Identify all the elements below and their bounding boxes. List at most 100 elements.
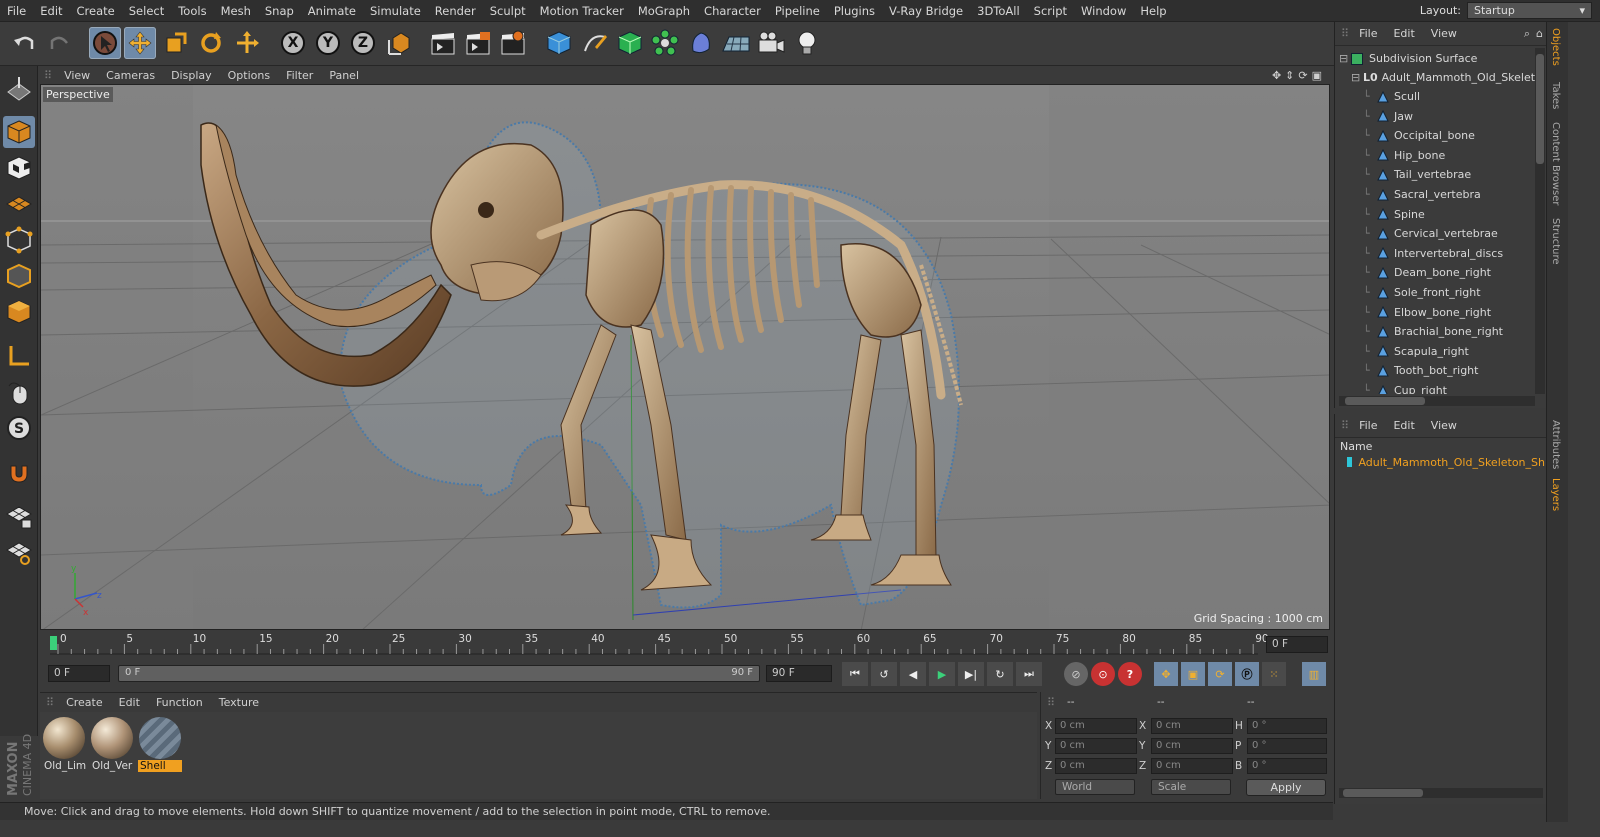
material-menu-texture[interactable]: Texture bbox=[211, 696, 267, 709]
objects-menu-view[interactable]: View bbox=[1423, 27, 1465, 40]
dolly-view-icon[interactable]: ⇕ bbox=[1285, 69, 1294, 82]
tree-item-bone[interactable]: └ Cup_right bbox=[1363, 381, 1535, 394]
objects-menu-file[interactable]: File bbox=[1351, 27, 1385, 40]
record-icon[interactable]: ⊙ bbox=[1091, 662, 1115, 686]
pan-view-icon[interactable]: ✥ bbox=[1272, 69, 1281, 82]
tree-item-bone[interactable]: └ Deam_bone_right bbox=[1363, 263, 1535, 282]
menu-mograph[interactable]: MoGraph bbox=[631, 4, 697, 18]
position-z-field[interactable]: 0 cm bbox=[1055, 758, 1137, 774]
texture-mode-button[interactable] bbox=[3, 152, 35, 184]
menu-character[interactable]: Character bbox=[697, 4, 768, 18]
live-selection-button[interactable] bbox=[89, 27, 121, 59]
tab-layers[interactable]: Layers bbox=[1550, 478, 1561, 511]
tree-item-bone[interactable]: └ Tooth_bot_right bbox=[1363, 361, 1535, 380]
rotation-h-field[interactable]: 0 ° bbox=[1247, 718, 1327, 734]
start-frame-field[interactable]: 0 F bbox=[48, 665, 110, 682]
render-settings-button[interactable] bbox=[497, 27, 529, 59]
tree-item-bone[interactable]: └ Tail_vertebrae bbox=[1363, 165, 1535, 184]
x-axis-lock-button[interactable]: X bbox=[277, 27, 309, 59]
workplane-button[interactable] bbox=[3, 72, 35, 104]
render-view-button[interactable] bbox=[427, 27, 459, 59]
objects-vertical-scrollbar[interactable] bbox=[1535, 48, 1545, 394]
layers-menu-file[interactable]: File bbox=[1351, 419, 1385, 432]
add-light-button[interactable] bbox=[791, 27, 823, 59]
tree-item-bone[interactable]: └ Sacral_vertebra bbox=[1363, 185, 1535, 204]
menu-edit[interactable]: Edit bbox=[33, 4, 69, 18]
scrollbar-thumb[interactable] bbox=[1345, 397, 1425, 405]
redo-button[interactable] bbox=[44, 27, 76, 59]
coordinate-system-button[interactable] bbox=[384, 27, 416, 59]
polygons-mode-button[interactable] bbox=[3, 296, 35, 328]
menu-sculpt[interactable]: Sculpt bbox=[483, 4, 533, 18]
viewport-menu-cameras[interactable]: Cameras bbox=[98, 69, 163, 82]
tree-item-bone[interactable]: └ Spine bbox=[1363, 205, 1535, 224]
add-camera-button[interactable] bbox=[755, 27, 787, 59]
play-icon[interactable]: ▶ bbox=[929, 662, 955, 686]
material-menu-function[interactable]: Function bbox=[148, 696, 211, 709]
key-rotation-icon[interactable]: ⟳ bbox=[1208, 662, 1232, 686]
material-swatch[interactable]: Shell bbox=[138, 716, 182, 772]
coordinate-mode-dropdown[interactable]: World bbox=[1055, 779, 1135, 795]
tree-item-bone[interactable]: └ Scapula_right bbox=[1363, 342, 1535, 361]
tab-takes[interactable]: Takes bbox=[1550, 82, 1561, 109]
frame-range-slider[interactable]: 0 F 90 F bbox=[118, 665, 760, 682]
tab-objects[interactable]: Objects bbox=[1550, 28, 1561, 66]
material-menu-edit[interactable]: Edit bbox=[111, 696, 148, 709]
viewport-menu-options[interactable]: Options bbox=[220, 69, 278, 82]
menu-motion-tracker[interactable]: Motion Tracker bbox=[533, 4, 631, 18]
rotation-p-field[interactable]: 0 ° bbox=[1247, 738, 1327, 754]
tree-collapse-icon[interactable]: ⊟ bbox=[1351, 71, 1363, 84]
move-tool-button[interactable] bbox=[124, 27, 156, 59]
add-deformer-button[interactable] bbox=[685, 27, 717, 59]
menu-select[interactable]: Select bbox=[122, 4, 171, 18]
tab-attributes[interactable]: Attributes bbox=[1550, 420, 1561, 469]
layers-menu-view[interactable]: View bbox=[1423, 419, 1465, 432]
key-pla-icon[interactable]: ⁙ bbox=[1262, 662, 1286, 686]
menu-tools[interactable]: Tools bbox=[171, 4, 213, 18]
solo-mode-button[interactable]: S bbox=[3, 412, 35, 444]
material-swatch[interactable]: Old_Ver bbox=[90, 716, 134, 772]
keyframe-selection-icon[interactable]: ⊘ bbox=[1064, 662, 1088, 686]
viewport-menu-display[interactable]: Display bbox=[163, 69, 220, 82]
size-mode-dropdown[interactable]: Scale bbox=[1151, 779, 1231, 795]
size-x-field[interactable]: 0 cm bbox=[1151, 718, 1233, 734]
workplane-mode-button[interactable] bbox=[3, 188, 35, 220]
size-y-field[interactable]: 0 cm bbox=[1151, 738, 1233, 754]
next-key-icon[interactable]: ↻ bbox=[987, 662, 1013, 686]
size-z-field[interactable]: 0 cm bbox=[1151, 758, 1233, 774]
tree-item-bone[interactable]: └ Intervertebral_discs bbox=[1363, 244, 1535, 263]
lock-workplane-button[interactable] bbox=[3, 500, 35, 532]
menu-create[interactable]: Create bbox=[70, 4, 122, 18]
previous-key-icon[interactable]: ↺ bbox=[871, 662, 897, 686]
go-to-end-icon[interactable]: ⏭ bbox=[1016, 662, 1042, 686]
tree-item-bone[interactable]: └ Scull bbox=[1363, 87, 1535, 106]
tree-collapse-icon[interactable]: ⊟ bbox=[1339, 52, 1351, 65]
tree-item-bone[interactable]: └ Hip_bone bbox=[1363, 146, 1535, 165]
playhead[interactable] bbox=[50, 636, 57, 650]
undo-button[interactable] bbox=[8, 27, 40, 59]
rotate-tool-button[interactable] bbox=[195, 27, 227, 59]
menu-pipeline[interactable]: Pipeline bbox=[768, 4, 827, 18]
edges-mode-button[interactable] bbox=[3, 260, 35, 292]
viewport-menu-view[interactable]: View bbox=[56, 69, 98, 82]
axis-mode-button[interactable] bbox=[3, 340, 35, 372]
snapping-button[interactable] bbox=[3, 456, 35, 488]
position-y-field[interactable]: 0 cm bbox=[1055, 738, 1137, 754]
menu-simulate[interactable]: Simulate bbox=[363, 4, 428, 18]
points-mode-button[interactable] bbox=[3, 224, 35, 256]
tree-item-bone[interactable]: └ Occipital_bone bbox=[1363, 126, 1535, 145]
timeline-window-icon[interactable]: ▥ bbox=[1302, 662, 1326, 686]
z-axis-lock-button[interactable]: Z bbox=[347, 27, 379, 59]
autokey-icon[interactable]: ? bbox=[1118, 662, 1142, 686]
scale-tool-button[interactable] bbox=[160, 27, 192, 59]
key-scale-icon[interactable]: ▣ bbox=[1181, 662, 1205, 686]
step-forward-icon[interactable]: ▶| bbox=[958, 662, 984, 686]
menu-animate[interactable]: Animate bbox=[301, 4, 363, 18]
end-frame-field[interactable]: 90 F bbox=[766, 665, 832, 682]
layout-dropdown[interactable]: Startup ▾ bbox=[1467, 2, 1592, 19]
menu-mesh[interactable]: Mesh bbox=[214, 4, 258, 18]
viewport-menu-filter[interactable]: Filter bbox=[278, 69, 321, 82]
menu-plugins[interactable]: Plugins bbox=[827, 4, 882, 18]
material-menu-create[interactable]: Create bbox=[58, 696, 111, 709]
apply-button[interactable]: Apply bbox=[1246, 779, 1326, 796]
